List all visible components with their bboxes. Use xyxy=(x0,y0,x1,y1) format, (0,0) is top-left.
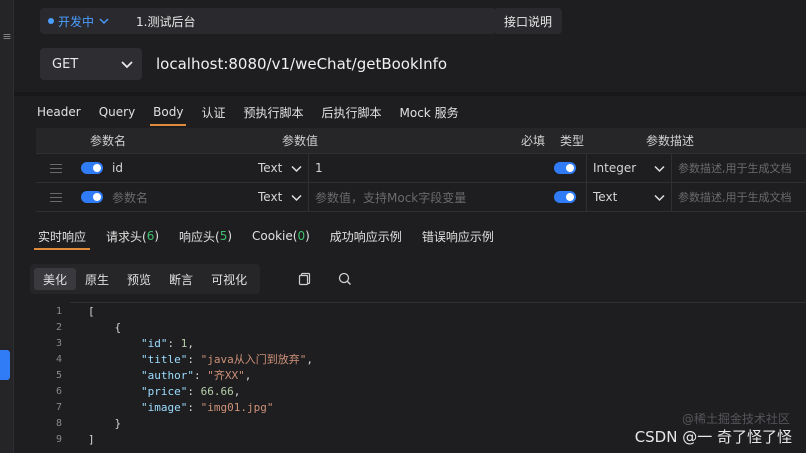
menu-icon[interactable]: ≡ xyxy=(0,30,14,43)
tab-request-headers[interactable]: 请求头(6) xyxy=(96,222,169,250)
api-doc-button[interactable]: 接口说明 xyxy=(494,8,562,34)
param-name-type-select[interactable]: Text xyxy=(252,161,308,175)
col-header-name: 参数名 xyxy=(90,134,127,148)
tab-response-headers[interactable]: 响应头(5) xyxy=(169,222,242,250)
param-name-input[interactable]: 参数名 xyxy=(108,189,252,206)
param-enabled-toggle[interactable] xyxy=(81,162,103,174)
col-header-type: 类型 xyxy=(560,134,585,148)
status-dropdown[interactable]: 开发中 xyxy=(40,8,131,34)
param-type-label: Text xyxy=(593,190,618,204)
param-value-input[interactable]: 1 xyxy=(308,154,544,182)
code-line: 6 "price": 66.66, xyxy=(55,384,241,398)
params-table-header: 参数名 参数值 必填 类型 参数描述 xyxy=(36,128,806,154)
param-type-select[interactable]: Integer xyxy=(586,154,672,182)
param-desc-input[interactable]: 参数描述,用于生成文档 xyxy=(672,160,806,176)
param-name-type-select[interactable]: Text xyxy=(252,190,308,204)
tab-success-example[interactable]: 成功响应示例 xyxy=(320,222,412,250)
col-header-required: 必填 xyxy=(520,134,545,148)
chevron-down-icon xyxy=(654,194,665,201)
chevron-down-icon xyxy=(291,165,302,172)
code-line: 3 "id": 1, xyxy=(55,336,194,350)
tab-mock-service[interactable]: Mock 服务 xyxy=(391,98,468,126)
param-type-select[interactable]: Text xyxy=(586,183,672,211)
watermark: CSDN @⼀ 奇了怪了怪 xyxy=(634,428,792,446)
tab-post-script[interactable]: 后执行脚本 xyxy=(313,98,391,126)
view-mode-bar: 美化 原生 预览 断言 可视化 xyxy=(30,264,261,294)
response-tabs: 实时响应 请求头(6) 响应头(5) Cookie(0) 成功响应示例 错误响应… xyxy=(28,222,504,250)
divider xyxy=(14,92,806,96)
watermark-faint: @稀土掘金技术社区 xyxy=(681,412,790,426)
param-enabled-toggle[interactable] xyxy=(81,191,103,203)
drag-handle-icon[interactable] xyxy=(36,192,76,202)
tab-cookie[interactable]: Cookie(0) xyxy=(242,222,320,250)
drag-handle-icon[interactable] xyxy=(36,163,76,173)
status-label: 开发中 xyxy=(58,14,95,29)
code-line: 2 { xyxy=(55,320,122,334)
chevron-down-icon xyxy=(291,194,302,201)
status-dot-icon xyxy=(48,18,54,24)
tab-query[interactable]: Query xyxy=(90,98,144,126)
tab-header[interactable]: Header xyxy=(28,98,90,126)
tab-body[interactable]: Body xyxy=(144,98,192,126)
left-rail: ≡ xyxy=(0,0,14,453)
view-pretty-button[interactable]: 美化 xyxy=(34,268,77,290)
view-preview-button[interactable]: 预览 xyxy=(118,268,160,290)
col-header-desc: 参数描述 xyxy=(646,134,695,148)
chevron-down-icon xyxy=(654,165,665,172)
table-row: 参数名 Text 参数值，支持Mock字段变量 Text 参数描述,用于生成文档 xyxy=(36,183,806,212)
param-type-label: Integer xyxy=(593,161,637,175)
tab-live-response[interactable]: 实时响应 xyxy=(28,222,96,250)
param-name-type-label: Text xyxy=(258,190,283,204)
method-label: GET xyxy=(52,56,79,72)
param-desc-input[interactable]: 参数描述,用于生成文档 xyxy=(672,189,806,205)
view-raw-button[interactable]: 原生 xyxy=(76,268,118,290)
copy-icon[interactable] xyxy=(296,270,314,288)
col-header-value: 参数值 xyxy=(282,134,319,148)
param-name-input[interactable]: id xyxy=(108,161,252,175)
main-panel: 开发中 1.测试后台 接口说明 GET localhost:8080/v1/we… xyxy=(14,0,806,453)
param-required-toggle[interactable] xyxy=(554,191,576,203)
param-required-toggle[interactable] xyxy=(554,162,576,174)
code-line: 4 "title": "java从入门到放弃", xyxy=(55,353,313,366)
table-row: id Text 1 Integer 参数描述,用于生成文档 xyxy=(36,154,806,183)
param-value-input[interactable]: 参数值，支持Mock字段变量 xyxy=(308,183,544,211)
tab-error-example[interactable]: 错误响应示例 xyxy=(412,222,504,250)
search-icon[interactable] xyxy=(336,270,354,288)
view-visualize-button[interactable]: 可视化 xyxy=(202,268,256,290)
url-input[interactable]: localhost:8080/v1/weChat/getBookInfo xyxy=(148,48,806,80)
chevron-down-icon xyxy=(99,18,109,24)
code-line: 1[ xyxy=(55,304,95,318)
chevron-down-icon xyxy=(121,61,133,69)
params-table: 参数名 参数值 必填 类型 参数描述 id Text 1 Integer 参数描… xyxy=(36,128,806,212)
method-select[interactable]: GET xyxy=(40,48,142,80)
rail-active-marker xyxy=(0,350,10,380)
param-name-type-label: Text xyxy=(258,161,283,175)
tab-auth[interactable]: 认证 xyxy=(192,98,234,126)
tab-pre-script[interactable]: 预执行脚本 xyxy=(234,98,312,126)
code-line: 5 "author": "齐XX", xyxy=(55,369,252,382)
request-tabs: Header Query Body 认证 预执行脚本 后执行脚本 Mock 服务 xyxy=(28,98,468,126)
api-name-input[interactable]: 1.测试后台 xyxy=(126,8,496,34)
view-assert-button[interactable]: 断言 xyxy=(160,268,202,290)
